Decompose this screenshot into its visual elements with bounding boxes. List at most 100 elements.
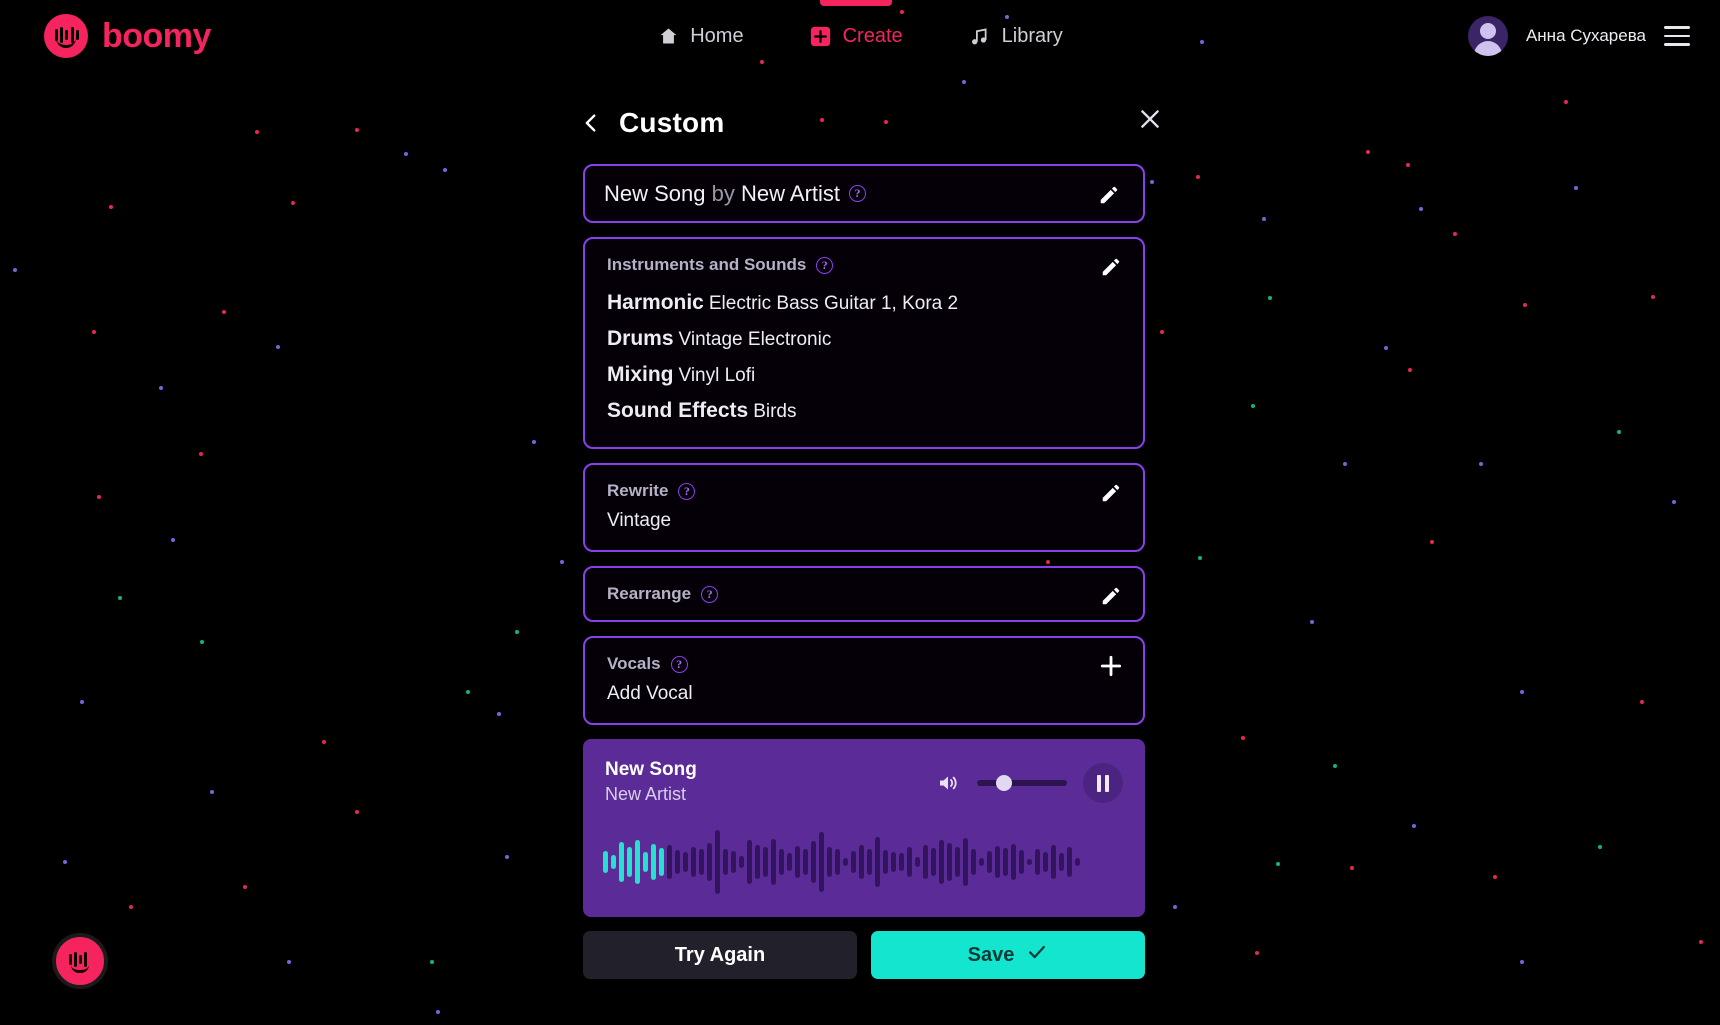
star-dot bbox=[443, 168, 447, 172]
close-icon[interactable] bbox=[1137, 106, 1163, 132]
pause-button[interactable] bbox=[1083, 763, 1123, 804]
waveform-bar bbox=[819, 832, 824, 893]
instrument-value: Electric Bass Guitar 1, Kora 2 bbox=[708, 293, 959, 314]
plus-square-icon bbox=[810, 25, 832, 47]
waveform-bar bbox=[859, 845, 864, 880]
vocals-card-label: Vocals ? bbox=[607, 654, 1121, 674]
waveform-bar bbox=[923, 845, 928, 880]
waveform-bar bbox=[931, 848, 936, 877]
star-dot bbox=[109, 205, 113, 209]
waveform-bar bbox=[1035, 849, 1040, 876]
instruments-label-text: Instruments and Sounds bbox=[607, 255, 807, 274]
waveform-bar bbox=[1043, 852, 1048, 873]
vocals-card[interactable]: Vocals ? Add Vocal bbox=[583, 636, 1145, 726]
waveform-bar bbox=[1003, 848, 1008, 877]
instruments-list: Harmonic Electric Bass Guitar 1, Kora 2 D… bbox=[607, 285, 1121, 429]
star-dot bbox=[63, 860, 67, 864]
star-dot bbox=[1672, 500, 1676, 504]
top-navigation-bar: boomy Home Create Library Анна Сухарева bbox=[0, 0, 1720, 72]
save-button[interactable]: Save bbox=[871, 931, 1145, 980]
help-circle-icon[interactable]: ? bbox=[849, 185, 867, 202]
star-dot bbox=[200, 640, 204, 644]
star-dot bbox=[1651, 295, 1655, 299]
waveform-bar bbox=[995, 846, 1000, 879]
star-dot bbox=[532, 440, 536, 444]
main-nav: Home Create Library bbox=[0, 0, 1720, 72]
boomy-help-button[interactable] bbox=[52, 933, 108, 989]
waveform-bar bbox=[811, 841, 816, 884]
waveform-bar bbox=[699, 849, 704, 876]
waveform-bar bbox=[955, 847, 960, 878]
instrument-row: Harmonic Electric Bass Guitar 1, Kora 2 bbox=[607, 285, 1121, 321]
song-title-card[interactable]: New Song by New Artist ? bbox=[583, 164, 1145, 223]
star-dot bbox=[291, 201, 295, 205]
star-dot bbox=[1310, 620, 1314, 624]
star-dot bbox=[1173, 905, 1177, 909]
avatar[interactable] bbox=[1467, 16, 1508, 56]
star-dot bbox=[92, 330, 96, 334]
volume-slider-thumb[interactable] bbox=[996, 775, 1012, 792]
instruments-and-sounds-card[interactable]: Instruments and Sounds ? Harmonic Electri… bbox=[583, 237, 1145, 450]
help-circle-icon[interactable]: ? bbox=[816, 256, 834, 274]
waveform-bar bbox=[835, 849, 840, 876]
star-dot bbox=[1350, 866, 1354, 870]
waveform-bar bbox=[1059, 853, 1064, 872]
nav-item-create[interactable]: Create bbox=[806, 0, 907, 72]
speaker-icon[interactable] bbox=[935, 771, 961, 795]
edit-rearrange-button[interactable] bbox=[1097, 582, 1125, 610]
nav-label-library: Library bbox=[1001, 24, 1063, 47]
waveform-bar bbox=[659, 848, 664, 877]
instrument-value: Birds bbox=[753, 401, 797, 423]
star-dot bbox=[1453, 232, 1457, 236]
waveform-bar bbox=[795, 846, 800, 879]
star-dot bbox=[1198, 556, 1202, 560]
waveform-bar bbox=[963, 838, 968, 887]
instrument-row: Sound Effects Birds bbox=[607, 393, 1121, 429]
rearrange-card[interactable]: Rearrange ? bbox=[583, 566, 1145, 623]
star-dot bbox=[222, 310, 226, 314]
nav-item-home[interactable]: Home bbox=[653, 0, 747, 72]
song-by-word: by bbox=[711, 180, 735, 206]
chevron-left-icon[interactable] bbox=[580, 110, 602, 136]
help-circle-icon[interactable]: ? bbox=[678, 482, 696, 500]
waveform-bar bbox=[643, 852, 648, 873]
instrument-row: Mixing Vinyl Lofi bbox=[607, 357, 1121, 393]
check-icon bbox=[1026, 941, 1048, 969]
song-title-text: New Song by New Artist bbox=[604, 181, 840, 207]
star-dot bbox=[97, 495, 101, 499]
star-dot bbox=[255, 130, 259, 134]
waveform-bar bbox=[827, 847, 832, 878]
try-again-button[interactable]: Try Again bbox=[583, 931, 857, 980]
star-dot bbox=[1406, 163, 1410, 167]
waveform-bar bbox=[707, 843, 712, 882]
star-dot bbox=[404, 152, 408, 156]
waveform-bar bbox=[915, 857, 920, 868]
star-dot bbox=[1430, 540, 1434, 544]
volume-slider[interactable] bbox=[977, 775, 1067, 792]
panel-header: Custom bbox=[580, 96, 1159, 150]
vocals-value: Add Vocal bbox=[607, 683, 693, 705]
star-dot bbox=[1276, 862, 1280, 866]
help-circle-icon[interactable]: ? bbox=[701, 585, 719, 603]
help-circle-icon[interactable]: ? bbox=[670, 655, 688, 673]
waveform-bar bbox=[851, 851, 856, 874]
instrument-key: Mixing bbox=[607, 363, 674, 387]
star-dot bbox=[355, 810, 359, 814]
waveform-bar bbox=[867, 849, 872, 876]
rewrite-card[interactable]: Rewrite ? Vintage bbox=[583, 463, 1145, 553]
waveform-bar bbox=[675, 850, 680, 875]
star-dot bbox=[1150, 180, 1154, 184]
song-artist: New Artist bbox=[741, 180, 841, 206]
custom-song-panel: Custom New Song by New Artist ? Instrume… bbox=[580, 96, 1159, 980]
player-artist-name: New Artist bbox=[605, 784, 687, 805]
star-dot bbox=[1262, 217, 1266, 221]
star-dot bbox=[80, 700, 84, 704]
nav-item-library[interactable]: Library bbox=[965, 0, 1067, 72]
edit-instruments-button[interactable] bbox=[1097, 253, 1125, 281]
waveform-scrubber[interactable] bbox=[603, 829, 1125, 895]
add-vocal-button[interactable] bbox=[1097, 652, 1125, 680]
vocals-label-text: Vocals bbox=[607, 654, 661, 674]
rewrite-label-text: Rewrite bbox=[607, 481, 669, 501]
edit-song-title-button[interactable] bbox=[1095, 181, 1123, 209]
edit-rewrite-button[interactable] bbox=[1097, 479, 1125, 507]
